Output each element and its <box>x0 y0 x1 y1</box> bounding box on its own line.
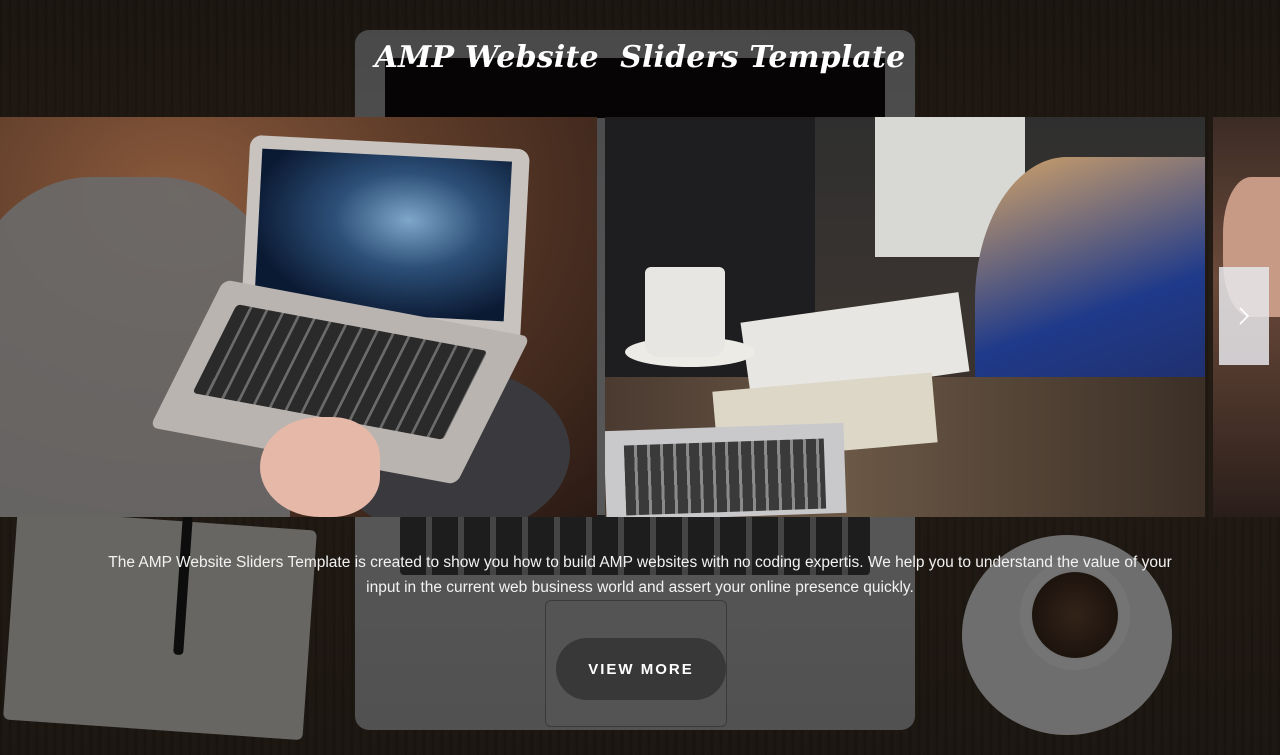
slide-hand <box>260 417 380 517</box>
chevron-right-icon <box>1239 307 1250 325</box>
page-title: AMP Website Sliders Template <box>374 40 906 75</box>
slider-next-button[interactable] <box>1219 267 1269 365</box>
slide-laptop[interactable] <box>0 117 597 517</box>
slide-meeting[interactable] <box>605 117 1205 517</box>
slide-laptop-keys <box>623 438 827 516</box>
slide-cup <box>645 267 725 357</box>
page: AMP Website Sliders Template The AMP Web… <box>0 0 1280 755</box>
view-more-button[interactable]: VIEW MORE <box>556 638 726 700</box>
image-slider[interactable] <box>0 117 1280 517</box>
description-text: The AMP Website Sliders Template is crea… <box>108 554 1172 596</box>
